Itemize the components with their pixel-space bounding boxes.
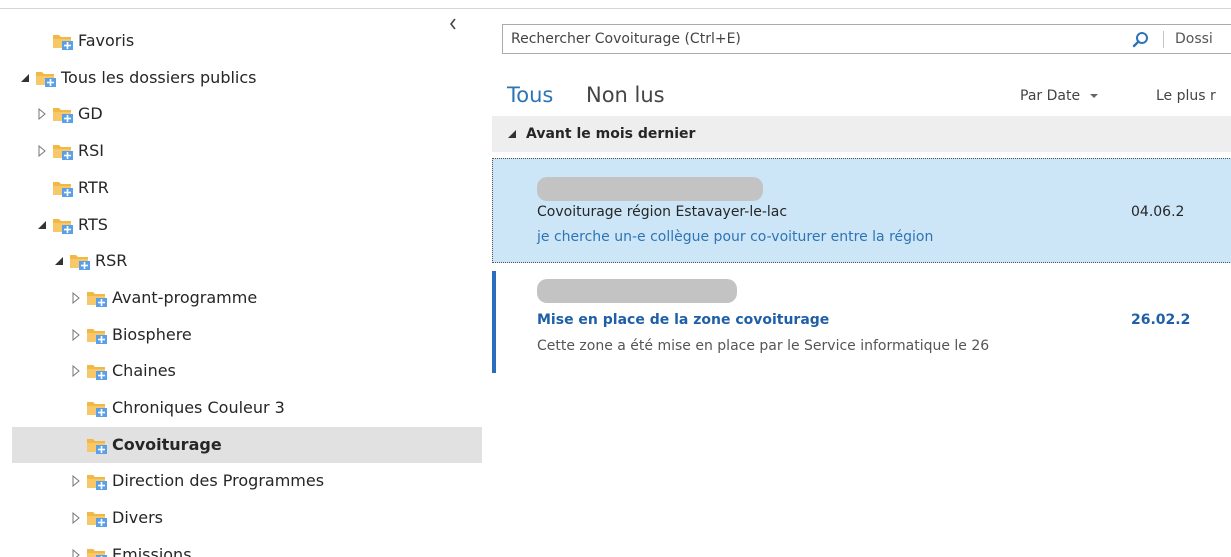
message-preview: Cette zone a été mise en place par le Se… xyxy=(537,338,990,354)
search-scope[interactable]: Dossi xyxy=(1175,31,1213,47)
folder-label: Biosphere xyxy=(112,324,192,344)
search-box: Dossi xyxy=(502,24,1231,54)
folder-label: RTS xyxy=(78,214,108,234)
public-folder-icon xyxy=(51,215,75,235)
collapsed-triangle-icon[interactable] xyxy=(71,280,85,316)
collapsed-triangle-icon[interactable] xyxy=(71,463,85,499)
public-folder-icon xyxy=(85,435,109,455)
message-date: 26.02.2 xyxy=(1131,312,1191,328)
folder-label: Covoiturage xyxy=(112,434,222,454)
public-folder-icon xyxy=(85,325,109,345)
search-input[interactable] xyxy=(503,30,1113,48)
public-folder-icon xyxy=(85,398,109,418)
folder-item[interactable]: Favoris xyxy=(37,23,134,59)
folder-item[interactable]: RTS xyxy=(37,207,108,243)
public-folder-icon xyxy=(85,508,109,528)
public-folder-icon xyxy=(68,251,92,271)
message-item[interactable]: Covoiturage région Estavayer-le-lac 04.0… xyxy=(492,158,1231,263)
folder-label: Tous les dossiers publics xyxy=(61,67,257,87)
sort-by-label: Par Date xyxy=(1020,88,1081,104)
folder-label: Direction des Programmes xyxy=(112,471,325,491)
sort-by-dropdown[interactable]: Par Date xyxy=(1020,88,1099,104)
message-date: 04.06.2 xyxy=(1131,204,1185,220)
folder-item[interactable]: GD xyxy=(37,96,103,132)
folder-label: Avant-programme xyxy=(112,287,258,307)
redacted-sender xyxy=(537,177,763,201)
folder-item[interactable]: Divers xyxy=(71,500,163,536)
message-subject: Mise en place de la zone covoiturage xyxy=(537,312,830,328)
expanded-triangle-icon[interactable] xyxy=(37,207,51,243)
folder-label: Favoris xyxy=(78,31,135,50)
folder-label: Chroniques Couleur 3 xyxy=(112,398,285,417)
collapse-pane-button[interactable] xyxy=(443,15,463,35)
expanded-triangle-icon xyxy=(508,130,516,138)
redacted-sender xyxy=(537,279,737,303)
tab-unread[interactable]: Non lus xyxy=(586,81,665,109)
folder-label: Emissions xyxy=(112,544,192,557)
search-separator xyxy=(1163,31,1164,48)
folder-item[interactable]: Chroniques Couleur 3 xyxy=(71,390,285,426)
group-header[interactable]: Avant le mois dernier xyxy=(492,116,1231,152)
folder-item[interactable]: Tous les dossiers publics xyxy=(20,60,257,96)
public-folder-icon xyxy=(85,545,109,557)
public-folder-icon xyxy=(51,104,75,124)
public-folder-icon xyxy=(51,141,75,161)
group-header-label: Avant le mois dernier xyxy=(526,126,696,142)
folder-item[interactable]: RSI xyxy=(37,133,104,169)
folder-label: Divers xyxy=(112,508,163,528)
folder-item[interactable]: Direction des Programmes xyxy=(71,463,324,499)
folder-label: RSR xyxy=(95,251,128,271)
message-subject: Covoiturage région Estavayer-le-lac xyxy=(537,204,788,220)
public-folder-icon xyxy=(85,361,109,381)
folder-item[interactable]: Biosphere xyxy=(71,317,192,353)
expanded-triangle-icon[interactable] xyxy=(20,60,34,96)
collapsed-triangle-icon[interactable] xyxy=(71,500,85,536)
public-folder-icon xyxy=(85,471,109,491)
folder-label: RSI xyxy=(78,141,104,161)
collapsed-triangle-icon[interactable] xyxy=(71,317,85,353)
no-toggle-spacer xyxy=(37,170,51,206)
no-toggle-spacer xyxy=(71,390,85,426)
public-folder-icon xyxy=(51,31,75,51)
folder-item[interactable]: Emissions xyxy=(71,537,192,557)
folder-item[interactable]: Chaines xyxy=(71,353,176,389)
public-folder-icon xyxy=(85,288,109,308)
message-list-pane: Dossi Tous Non lus Par Date Le plus r Av… xyxy=(490,9,1231,557)
message-preview: je cherche un-e collègue pour co-voiture… xyxy=(537,229,934,245)
collapsed-triangle-icon[interactable] xyxy=(37,133,51,169)
folder-item[interactable]: RTR xyxy=(37,170,109,206)
folder-pane: Favoris Tous les dossiers publics GD RSI RTR… xyxy=(0,9,482,557)
no-toggle-spacer xyxy=(71,427,85,463)
folder-label: RTR xyxy=(78,177,109,197)
folder-label: GD xyxy=(78,104,103,124)
message-item[interactable]: Mise en place de la zone covoiturage 26.… xyxy=(492,271,1231,373)
expanded-triangle-icon[interactable] xyxy=(54,243,68,279)
collapsed-triangle-icon[interactable] xyxy=(37,96,51,132)
folder-label: Chaines xyxy=(112,361,176,381)
no-toggle-spacer xyxy=(37,23,51,59)
collapsed-triangle-icon[interactable] xyxy=(71,537,85,557)
folder-item[interactable]: Covoiturage xyxy=(12,426,482,463)
search-icon[interactable] xyxy=(1131,30,1151,50)
chevron-left-icon xyxy=(449,18,456,30)
collapsed-triangle-icon[interactable] xyxy=(71,353,85,389)
tab-all[interactable]: Tous xyxy=(507,81,553,109)
sort-order-toggle[interactable]: Le plus r xyxy=(1156,88,1216,104)
folder-item[interactable]: RSR xyxy=(54,243,127,279)
folder-item[interactable]: Avant-programme xyxy=(71,280,257,316)
public-folder-icon xyxy=(34,68,58,88)
dropdown-arrow-icon xyxy=(1089,94,1098,98)
public-folder-icon xyxy=(51,178,75,198)
